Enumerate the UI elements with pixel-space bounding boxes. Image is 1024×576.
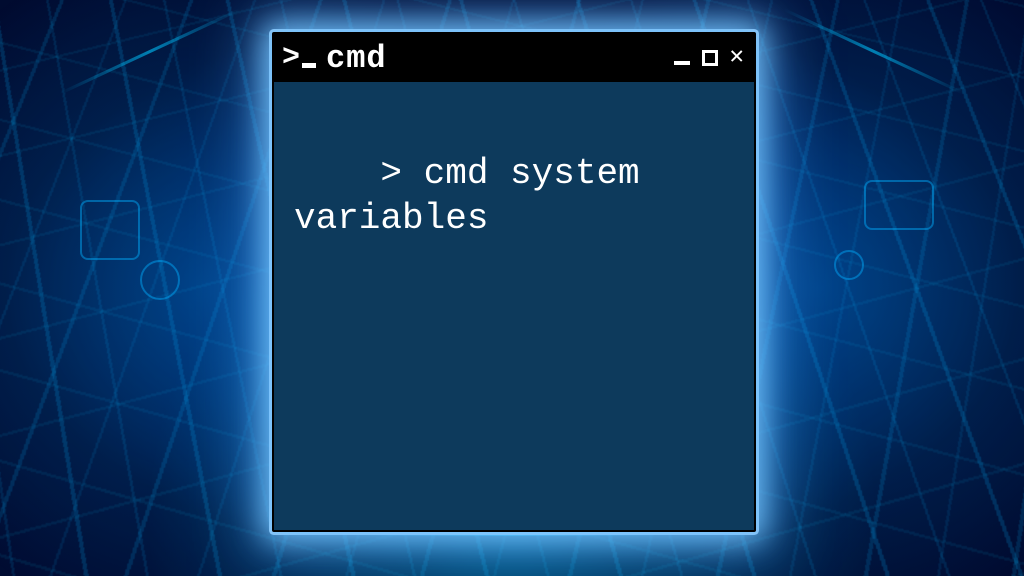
terminal-window: > cmd ✕ > cmd system variables	[272, 32, 756, 532]
terminal-body[interactable]: > cmd system variables	[274, 82, 754, 310]
minimize-button[interactable]	[674, 61, 690, 65]
titlebar[interactable]: > cmd ✕	[274, 34, 754, 82]
cursor-glyph	[302, 63, 316, 68]
command-line: > cmd system variables	[294, 153, 661, 239]
prompt-glyph: >	[282, 43, 300, 73]
circuit-line	[360, 533, 660, 536]
close-button[interactable]: ✕	[730, 46, 744, 70]
circuit-line	[783, 8, 966, 95]
circuit-decoration	[864, 180, 934, 230]
terminal-icon: >	[282, 43, 316, 73]
circuit-decoration	[834, 250, 864, 280]
window-title: cmd	[326, 40, 664, 77]
window-controls: ✕	[674, 46, 744, 70]
circuit-line	[59, 8, 242, 95]
maximize-button[interactable]	[702, 50, 718, 66]
circuit-decoration	[80, 200, 140, 260]
circuit-decoration	[140, 260, 180, 300]
